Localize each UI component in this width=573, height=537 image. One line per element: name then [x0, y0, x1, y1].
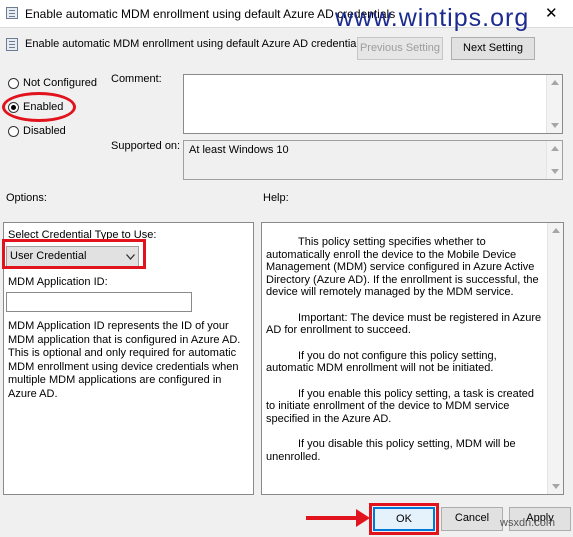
annotation-arrow-shaft: [306, 516, 358, 520]
comment-label: Comment:: [111, 73, 162, 85]
annotation-ok-highlight: [369, 503, 439, 535]
help-title: Help:: [263, 192, 289, 204]
help-paragraph: If you enable this policy setting, a tas…: [266, 387, 535, 425]
scroll-down-icon[interactable]: [552, 484, 560, 489]
close-icon[interactable]: ✕: [545, 4, 558, 22]
scroll-up-icon[interactable]: [551, 146, 559, 151]
scroll-up-icon[interactable]: [552, 228, 560, 233]
policy-setting-icon: [6, 38, 18, 51]
site-watermark: www.wintips.org: [335, 4, 530, 32]
app-id-label: MDM Application ID:: [8, 276, 108, 288]
supported-on-label: Supported on:: [111, 140, 181, 152]
radio-not-configured-label: Not Configured: [23, 77, 97, 89]
help-paragraph: Important: The device must be registered…: [266, 311, 542, 337]
annotation-arrow-icon: [356, 509, 370, 527]
help-scrollbar[interactable]: [547, 223, 563, 494]
scroll-down-icon[interactable]: [551, 123, 559, 128]
supported-scrollbar[interactable]: [546, 141, 562, 179]
cancel-button[interactable]: Cancel: [441, 507, 503, 531]
annotation-enabled-highlight: [2, 92, 76, 122]
scroll-down-icon[interactable]: [551, 169, 559, 174]
comment-scrollbar[interactable]: [546, 75, 562, 133]
radio-not-configured[interactable]: Not Configured: [8, 77, 97, 89]
supported-on-value: At least Windows 10: [189, 144, 289, 156]
app-id-description: MDM Application ID represents the ID of …: [8, 320, 241, 400]
radio-not-configured-indicator[interactable]: [8, 77, 19, 89]
help-paragraph: If you disable this policy setting, MDM …: [266, 438, 516, 463]
options-title: Options:: [6, 192, 47, 204]
next-setting-button[interactable]: Next Setting: [451, 37, 535, 60]
help-paragraph: If you do not configure this policy sett…: [266, 349, 497, 375]
radio-disabled-indicator[interactable]: [8, 125, 19, 137]
scroll-up-icon[interactable]: [551, 80, 559, 85]
radio-disabled[interactable]: Disabled: [8, 125, 66, 137]
app-id-input[interactable]: [6, 292, 192, 312]
annotation-credential-highlight: [2, 239, 146, 269]
corner-watermark: wsxdn.com: [500, 517, 556, 529]
radio-disabled-label: Disabled: [23, 125, 66, 137]
help-text: This policy setting specifies whether to…: [266, 236, 546, 476]
supported-on-box: At least Windows 10: [183, 140, 563, 180]
previous-setting-button[interactable]: Previous Setting: [357, 37, 443, 60]
policy-window-icon: [6, 7, 18, 19]
help-paragraph: This policy setting specifies whether to…: [266, 236, 539, 298]
policy-name: Enable automatic MDM enrollment using de…: [25, 38, 365, 50]
comment-textarea[interactable]: [183, 74, 563, 134]
